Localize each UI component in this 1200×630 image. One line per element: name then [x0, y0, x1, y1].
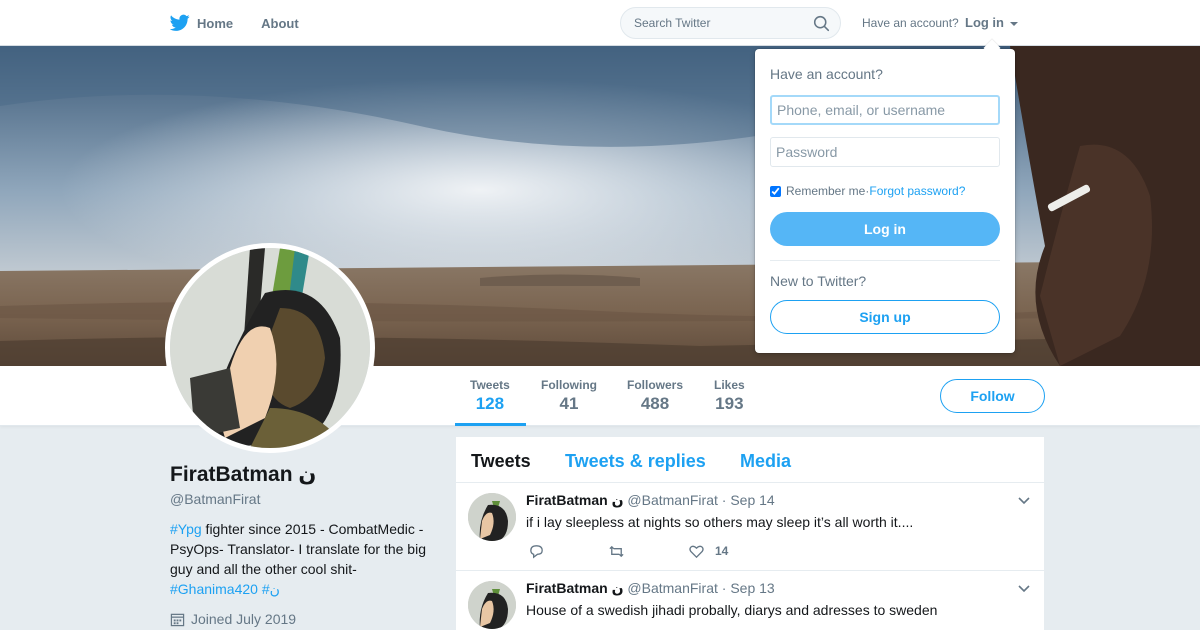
caret-down-icon	[1009, 21, 1018, 26]
tweet-avatar[interactable]	[468, 581, 516, 629]
retweet-action[interactable]	[608, 542, 625, 560]
username-field[interactable]	[770, 95, 1000, 125]
stat-value: 488	[640, 394, 670, 413]
tweet-avatar-image	[468, 493, 516, 541]
password-field[interactable]	[770, 137, 1000, 167]
tweet-text: if i lay sleepless at nights so others m…	[526, 514, 914, 530]
stat-label: Followers	[627, 378, 684, 392]
tweet-header: FiratBatman ن @BatmanFirat · Sep 14	[526, 492, 775, 509]
tab-tweets-and-replies[interactable]: Tweets & replies	[565, 451, 706, 472]
joined-date: Joined July 2019	[170, 611, 440, 627]
heart-icon	[689, 545, 704, 558]
timeline: Tweets Tweets & replies Media FiratBatma…	[456, 437, 1044, 630]
search-input[interactable]	[621, 8, 801, 38]
stat-value: 193	[715, 394, 744, 413]
tweet-author-name[interactable]: FiratBatman ن	[526, 492, 624, 508]
search-box	[620, 7, 841, 39]
chevron-down-icon[interactable]	[1018, 585, 1030, 593]
tweet-author-name[interactable]: FiratBatman ن	[526, 580, 624, 596]
retweet-icon	[609, 545, 624, 557]
tab-tweets[interactable]: Tweets	[471, 451, 531, 472]
follow-button[interactable]: Follow	[940, 379, 1045, 413]
tab-media[interactable]: Media	[740, 451, 791, 472]
stat-likes[interactable]: Likes 193	[714, 378, 745, 414]
timeline-tabs: Tweets Tweets & replies Media	[456, 437, 1044, 483]
login-toggle-label: Log in	[965, 15, 1004, 30]
stat-value: 128	[475, 394, 505, 413]
remember-row: Remember me · Forgot password?	[770, 184, 965, 198]
chevron-down-icon[interactable]	[1018, 497, 1030, 505]
login-button[interactable]: Log in	[770, 212, 1000, 246]
divider	[770, 260, 1000, 261]
new-to-twitter-text: New to Twitter?	[770, 273, 867, 289]
remember-me-checkbox[interactable]	[770, 185, 781, 197]
tweet-separator: ·	[721, 492, 727, 508]
nav-left: Home About	[170, 0, 327, 46]
tweet-author-handle[interactable]: @BatmanFirat	[627, 492, 717, 508]
stat-label: Tweets	[470, 378, 510, 392]
bio-text: fighter since 2015 - CombatMedic - PsyOp…	[170, 521, 426, 577]
nav-about-link[interactable]: About	[261, 16, 299, 31]
bio-hashtag-nun[interactable]: #ن	[262, 581, 280, 597]
avatar-image	[170, 248, 370, 448]
login-dropdown: Have an account? Remember me · Forgot pa…	[755, 49, 1015, 353]
profile-name[interactable]: FiratBatman ن	[170, 462, 440, 487]
tweet-text: House of a swedish jihadi probally, diar…	[526, 602, 938, 618]
stat-tweets[interactable]: Tweets 128	[470, 378, 510, 414]
nav-home-link[interactable]: Home	[197, 16, 233, 31]
like-action[interactable]: 14	[688, 542, 728, 560]
stat-following[interactable]: Following 41	[541, 378, 597, 414]
tweet-author-handle[interactable]: @BatmanFirat	[627, 580, 717, 596]
tweet-avatar[interactable]	[468, 493, 516, 541]
tweet-date[interactable]: Sep 14	[730, 492, 774, 508]
remember-me-label[interactable]: Remember me	[786, 184, 865, 198]
login-dropdown-title: Have an account?	[770, 66, 883, 82]
tweet-avatar-image	[468, 581, 516, 629]
stat-label: Likes	[714, 378, 745, 392]
profile-handle[interactable]: @BatmanFirat	[170, 491, 440, 507]
forgot-password-link[interactable]: Forgot password?	[869, 184, 965, 198]
have-account-text: Have an account?	[862, 16, 959, 30]
joined-text: Joined July 2019	[191, 611, 297, 627]
stat-followers[interactable]: Followers 488	[627, 378, 683, 414]
profile-card: FiratBatman ن @BatmanFirat #Ypg fighter …	[170, 462, 440, 627]
tweet-header: FiratBatman ن @BatmanFirat · Sep 13	[526, 580, 775, 597]
twitter-bird-icon[interactable]	[170, 14, 190, 32]
signup-button[interactable]: Sign up	[770, 300, 1000, 334]
login-dropdown-toggle[interactable]: Log in	[965, 15, 1018, 30]
search-icon[interactable]	[813, 15, 830, 32]
top-navbar: Home About Have an account? Log in	[0, 0, 1200, 46]
tweet-separator: ·	[721, 580, 727, 596]
like-count: 14	[715, 544, 729, 558]
reply-icon	[530, 544, 543, 558]
tweet[interactable]: FiratBatman ن @BatmanFirat · Sep 13 Hous…	[456, 571, 1044, 630]
calendar-icon	[170, 613, 185, 626]
reply-action[interactable]	[528, 542, 545, 560]
bio-hashtag-ypg[interactable]: #Ypg	[170, 521, 202, 537]
profile-avatar[interactable]	[165, 243, 375, 453]
bio-hashtag-ghanima[interactable]: #Ghanima420	[170, 581, 258, 597]
stat-value: 41	[559, 394, 579, 413]
active-tab-indicator	[455, 423, 526, 426]
tweet[interactable]: FiratBatman ن @BatmanFirat · Sep 14 if i…	[456, 483, 1044, 571]
tweet-date[interactable]: Sep 13	[730, 580, 774, 596]
profile-bio: #Ypg fighter since 2015 - CombatMedic - …	[170, 519, 435, 599]
stat-label: Following	[541, 378, 597, 392]
